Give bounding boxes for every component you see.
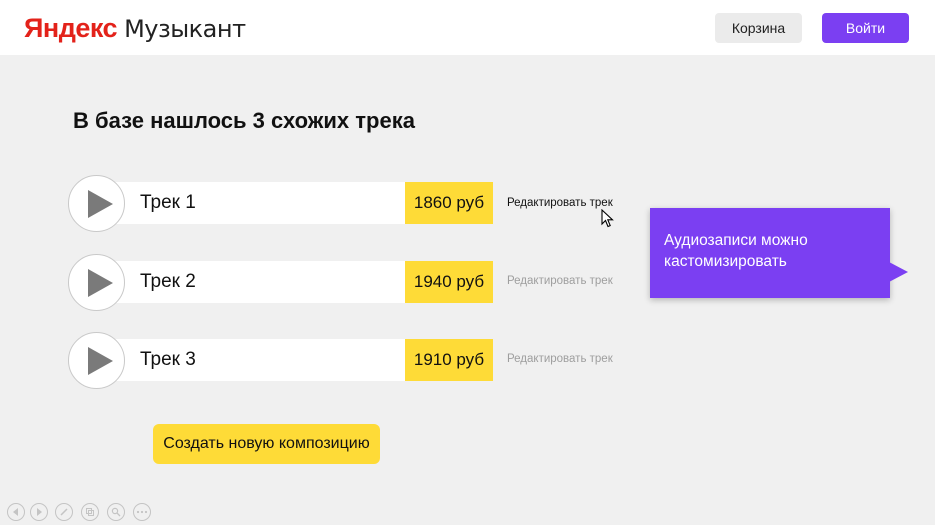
cart-button[interactable]: Корзина bbox=[715, 13, 802, 43]
next-icon[interactable] bbox=[30, 503, 48, 521]
copy-icon[interactable] bbox=[81, 503, 99, 521]
play-button[interactable] bbox=[68, 332, 125, 389]
callout-tooltip: Аудиозаписи можно кастомизировать bbox=[650, 208, 890, 298]
callout-text: Аудиозаписи можно кастомизировать bbox=[664, 232, 808, 270]
edit-track-link[interactable]: Редактировать трек bbox=[507, 338, 613, 380]
play-icon bbox=[88, 190, 113, 218]
callout-arrow bbox=[889, 262, 908, 282]
track-price: 1940 руб bbox=[405, 261, 493, 303]
edit-track-link[interactable]: Редактировать трек bbox=[507, 260, 613, 302]
login-button[interactable]: Войти bbox=[822, 13, 909, 43]
play-icon bbox=[88, 269, 113, 297]
track-name: Трек 3 bbox=[140, 349, 196, 370]
logo[interactable]: Яндекс Музыкант bbox=[24, 11, 246, 46]
create-composition-button[interactable]: Создать новую композицию bbox=[153, 424, 380, 464]
more-icon[interactable] bbox=[133, 503, 151, 521]
play-icon bbox=[88, 347, 113, 375]
pen-icon[interactable] bbox=[55, 503, 73, 521]
track-price: 1910 руб bbox=[405, 339, 493, 381]
prev-icon[interactable] bbox=[7, 503, 25, 521]
cursor-icon bbox=[601, 209, 614, 228]
track-name: Трек 1 bbox=[140, 192, 196, 213]
logo-brand: Яндекс bbox=[24, 13, 118, 43]
logo-product: Музыкант bbox=[124, 15, 246, 43]
track-price: 1860 руб bbox=[405, 182, 493, 224]
page-title: В базе нашлось 3 схожих трека bbox=[73, 108, 415, 133]
play-button[interactable] bbox=[68, 175, 125, 232]
top-header: Яндекс Музыкант Корзина Войти bbox=[0, 0, 935, 55]
zoom-icon[interactable] bbox=[107, 503, 125, 521]
edit-track-link[interactable]: Редактировать трек bbox=[507, 182, 613, 224]
play-button[interactable] bbox=[68, 254, 125, 311]
track-name: Трек 2 bbox=[140, 271, 196, 292]
